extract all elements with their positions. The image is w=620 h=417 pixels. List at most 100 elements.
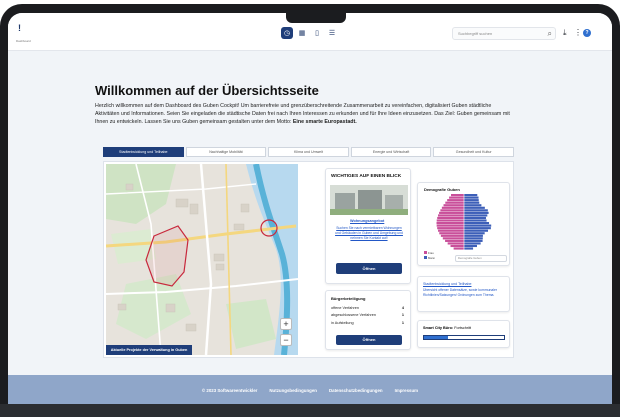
pyramid-bar-female xyxy=(438,214,464,217)
important-card: WICHTIGES AUF EINEN BLICK Wohnungsangebo… xyxy=(325,168,411,284)
tab-klima[interactable]: Klima und Umwelt xyxy=(268,147,349,157)
pyramid-bar-female xyxy=(450,244,464,248)
pyramid-bar-male xyxy=(464,214,488,217)
pyramid-bar-female xyxy=(442,237,464,240)
footer-imprint-link[interactable]: Impressum xyxy=(395,388,418,393)
more-options-icon[interactable]: ⋮ xyxy=(574,28,582,37)
demography-title: Demografie Guben xyxy=(424,187,460,192)
tab-gesundheit[interactable]: Gesundheit und Kultur xyxy=(433,147,514,157)
dashboard-panel: + − Aktuelle Projekte der Verwaltung in … xyxy=(103,161,514,358)
smart-city-heading: Smart City Büro: Fortschritt xyxy=(423,326,471,330)
footer-copyright: © 2023 Softwareentwickler xyxy=(201,387,258,393)
participation-row-closed-value: 1 xyxy=(401,313,404,317)
housing-open-button[interactable]: Öffnen xyxy=(336,263,402,274)
pyramid-bar-female xyxy=(441,206,464,209)
pyramid-bar-male xyxy=(464,196,479,199)
pyramid-bar-male xyxy=(464,222,490,225)
legend-male-label: Mann xyxy=(428,256,435,260)
search-input[interactable]: Suchbegriff suchen ⌕ xyxy=(452,27,556,40)
laptop-base xyxy=(0,404,620,417)
pyramid-bar-female xyxy=(436,219,464,222)
legend-swatch-female xyxy=(424,251,427,254)
pyramid-bar-female xyxy=(445,201,464,204)
pyramid-bar-female xyxy=(445,239,464,242)
pyramid-bar-female xyxy=(440,209,464,212)
pyramid-bar-female xyxy=(443,204,464,207)
pyramid-bar-female xyxy=(439,232,464,235)
legend-female: Frau xyxy=(424,251,434,255)
pyramid-bar-female xyxy=(453,247,464,250)
dashboard-icon[interactable]: ◷ xyxy=(281,27,293,39)
pyramid-bar-female xyxy=(436,222,464,225)
smart-city-status: Fortschritt xyxy=(454,326,472,330)
pyramid-bar-male xyxy=(464,201,480,204)
topic-tabs: Stadtentwicklung und Teilhabe Nachhaltig… xyxy=(103,147,514,157)
map-icon[interactable]: ▯ xyxy=(311,27,323,39)
pyramid-bar-female xyxy=(436,224,464,227)
participation-row-closed-label: abgeschlossene Verfahren xyxy=(331,313,376,317)
pyramid-bar-male xyxy=(464,239,483,242)
important-title: WICHTIGES AUF EINEN BLICK xyxy=(331,174,402,179)
pyramid-bar-male xyxy=(464,247,474,250)
demography-card: Demografie Guben Frau Mann Demografie Gu… xyxy=(417,182,510,266)
zoom-in-button[interactable]: + xyxy=(280,318,292,330)
participation-row-open-value: 4 xyxy=(401,306,404,310)
pyramid-bar-male xyxy=(464,227,491,230)
footer-terms-link[interactable]: Nutzungsbedingungen xyxy=(269,388,317,393)
participation-row-open-label: offene Verfahren xyxy=(331,306,360,310)
housing-link[interactable]: Wohnungsangebot xyxy=(350,219,384,223)
pyramid-bar-male xyxy=(464,209,488,212)
smart-city-progress xyxy=(423,335,505,340)
smart-city-progress-fill xyxy=(424,336,448,339)
device-frame: ! Dashboard ◷ ▦ ▯ ☰ Suchbegriff suchen ⌕… xyxy=(0,0,620,417)
search-placeholder: Suchbegriff suchen xyxy=(458,31,493,36)
demography-more-link[interactable]: Demografie Guben xyxy=(455,255,507,262)
pyramid-bar-female xyxy=(447,242,464,245)
map-canvas xyxy=(106,164,298,355)
list-icon[interactable]: ☰ xyxy=(326,27,338,39)
logo-caption: Dashboard xyxy=(16,39,31,43)
page-title: Willkommen auf der Übersichtsseite xyxy=(95,83,319,98)
housing-image xyxy=(330,185,408,215)
zoom-out-button[interactable]: − xyxy=(280,334,292,346)
smart-city-title: Smart City Büro: xyxy=(423,326,454,330)
camera-notch xyxy=(286,13,346,23)
tab-stadtentwicklung[interactable]: Stadtentwicklung und Teilhabe xyxy=(103,147,184,157)
pyramid-bar-male xyxy=(464,204,482,207)
pyramid-bar-male xyxy=(464,229,489,232)
pyramid-bar-male xyxy=(464,242,481,245)
grid-icon[interactable]: ▦ xyxy=(296,27,308,39)
pyramid-bar-male xyxy=(464,211,489,214)
search-icon[interactable]: ⌕ xyxy=(548,29,552,39)
urban-development-card: Stadtentwicklung und Teilhabe Übersicht … xyxy=(417,276,510,312)
housing-description[interactable]: Suchen Sie nach vermietbaren Wohnungen u… xyxy=(334,226,404,241)
legend-female-label: Frau xyxy=(428,251,434,255)
download-icon[interactable]: ⤓ xyxy=(563,28,567,38)
urban-development-text: Übersicht offener Datensätze, sowie komm… xyxy=(423,288,498,297)
participation-title: Bürgerbeteiligung xyxy=(331,296,366,301)
pyramid-bar-male xyxy=(464,234,483,237)
pyramid-bar-male xyxy=(464,219,487,222)
city-map[interactable]: + − Aktuelle Projekte der Verwaltung in … xyxy=(106,164,298,355)
pyramid-bar-female xyxy=(438,229,464,232)
map-caption: Aktuelle Projekte der Verwaltung in Gube… xyxy=(106,345,192,355)
tab-energie[interactable]: Energie und Wirtschaft xyxy=(350,147,432,157)
participation-row-pending-value: 1 xyxy=(401,321,404,325)
intro-motto: Eine smarte Europastadt. xyxy=(292,118,357,125)
screen: ! Dashboard ◷ ▦ ▯ ☰ Suchbegriff suchen ⌕… xyxy=(8,13,612,404)
intro-text: Herzlich willkommen auf dem Dashboard de… xyxy=(95,103,515,126)
smart-city-card: Smart City Büro: Fortschritt xyxy=(417,320,510,348)
pyramid-bar-female xyxy=(437,227,464,230)
help-icon[interactable]: ? xyxy=(583,29,591,37)
participation-open-button[interactable]: Öffnen xyxy=(336,335,402,345)
legend-male: Mann xyxy=(424,256,435,260)
participation-card: Bürgerbeteiligung offene Verfahren 4 abg… xyxy=(325,290,411,350)
pyramid-bar-female xyxy=(447,199,464,202)
pyramid-bar-male xyxy=(464,216,486,220)
footer-privacy-link[interactable]: Datenschutzbedingungen xyxy=(329,388,383,393)
urban-development-link[interactable]: Stadtentwicklung und Teilhabe xyxy=(423,282,471,286)
app-logo[interactable]: ! xyxy=(18,23,21,33)
tab-mobilitaet[interactable]: Nachhaltige Mobilität xyxy=(185,147,267,157)
footer: © 2023 Softwareentwickler Nutzungsbeding… xyxy=(8,375,612,404)
pyramid-bar-male xyxy=(464,206,485,209)
